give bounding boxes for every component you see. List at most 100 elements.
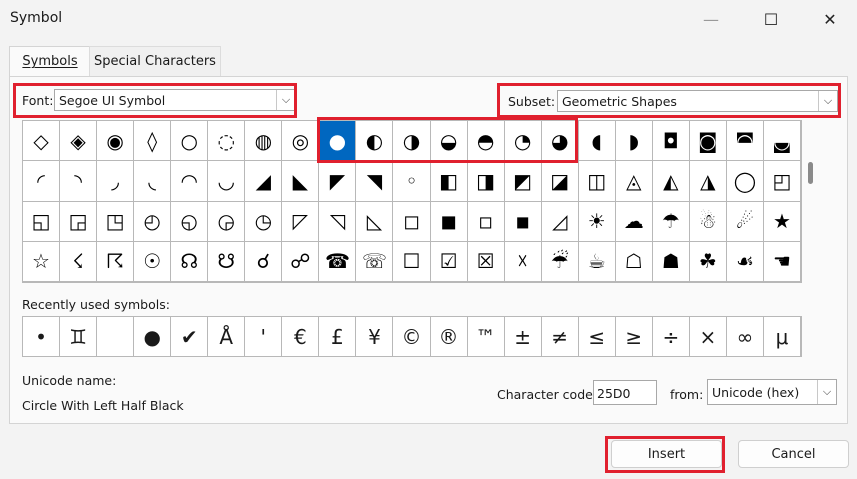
symbol-cell[interactable]: ◞ <box>97 161 135 202</box>
symbol-grid[interactable]: ◇ ◈ ◉ ◊ ○ ◌ ◍ ◎ ● ◐ ◑ ◒ ◓ ◔ ◕ ◖ ◗ ◘ ◙ ◚ ◛ ◜ ◝ ◞ ◟ ◠ ◡ ◢ ◣ ◤ ◥ ◦ ◧ ◨ ◩ ◪ ◫ ◬ ◭ ◮… <box>22 120 802 283</box>
recent-symbol-cell[interactable]: ¥ <box>356 317 394 356</box>
symbol-cell[interactable]: ◩ <box>504 161 542 202</box>
recent-symbol-cell[interactable]: ≥ <box>616 317 653 356</box>
insert-button[interactable]: Insert <box>611 440 722 468</box>
symbol-cell[interactable]: ◵ <box>171 201 209 242</box>
symbol-cell[interactable]: ☃ <box>689 201 727 242</box>
symbol-cell[interactable]: ☋ <box>208 241 246 282</box>
from-dropdown[interactable]: Unicode (hex) ⌵ <box>707 379 837 405</box>
close-button[interactable]: ✕ <box>807 6 853 32</box>
recent-symbol-cell[interactable]: ∞ <box>727 317 764 356</box>
symbol-cell[interactable]: ☌ <box>245 241 283 282</box>
recent-symbol-cell[interactable]: © <box>393 317 431 356</box>
symbol-cell[interactable]: ◳ <box>97 201 135 242</box>
symbol-cell[interactable]: ☆ <box>23 241 61 282</box>
symbol-cell[interactable]: ◔ <box>504 121 542 162</box>
symbol-cell[interactable]: ○ <box>171 121 209 162</box>
symbol-cell[interactable]: ◐ <box>356 121 394 162</box>
symbol-cell[interactable]: ☚ <box>763 241 801 282</box>
symbol-cell[interactable]: ◯ <box>726 161 764 202</box>
character-code-input[interactable]: 25D0 <box>593 380 657 405</box>
symbol-cell[interactable]: ☊ <box>171 241 209 282</box>
symbol-cell[interactable]: ☕ <box>578 241 616 282</box>
symbol-cell[interactable]: ◺ <box>356 201 394 242</box>
symbol-cell[interactable]: ◙ <box>689 121 727 162</box>
symbol-cell[interactable]: ◸ <box>282 201 320 242</box>
symbol-cell[interactable]: ◉ <box>97 121 135 162</box>
symbol-cell[interactable]: ☑ <box>430 241 468 282</box>
symbol-cell[interactable]: ◛ <box>763 121 801 162</box>
recent-symbol-cell[interactable]: € <box>282 317 320 356</box>
symbol-cell[interactable]: ◑ <box>393 121 431 162</box>
symbol-cell[interactable]: ◢ <box>245 161 283 202</box>
symbol-cell[interactable]: ◭ <box>652 161 690 202</box>
symbol-cell[interactable]: ◽ <box>467 201 505 242</box>
symbol-cell[interactable]: ◌ <box>208 121 246 162</box>
symbol-cell[interactable]: ◦ <box>393 161 431 202</box>
symbol-cell[interactable]: ◤ <box>319 161 357 202</box>
symbol-cell[interactable]: ◹ <box>319 201 357 242</box>
symbol-cell-selected[interactable]: ● <box>319 121 357 162</box>
recent-symbol-cell[interactable]: ® <box>431 317 468 356</box>
symbol-cell[interactable]: ☀ <box>578 201 616 242</box>
symbol-cell[interactable]: ☈ <box>97 241 135 282</box>
symbol-cell[interactable]: ◮ <box>689 161 727 202</box>
recent-symbols-grid[interactable]: • ♊ ● ✔ Å ' € £ ¥ © ® ™ ± ≠ ≤ ≥ ÷ × ∞ μ <box>22 316 802 357</box>
symbol-cell[interactable]: ◬ <box>615 161 653 202</box>
maximize-button[interactable]: ☐ <box>748 6 794 32</box>
symbol-cell[interactable]: ◶ <box>208 201 246 242</box>
font-dropdown[interactable]: Segoe UI Symbol ⌵ <box>54 89 296 111</box>
symbol-cell[interactable]: ◨ <box>467 161 505 202</box>
symbol-cell[interactable]: ☔ <box>541 241 579 282</box>
recent-symbol-cell[interactable]: ● <box>134 317 172 356</box>
symbol-cell[interactable]: ◷ <box>245 201 283 242</box>
symbol-cell[interactable]: ◠ <box>171 161 209 202</box>
recent-symbol-cell[interactable]: ™ <box>468 317 505 356</box>
symbol-grid-scrollbar[interactable] <box>802 120 820 283</box>
symbol-cell[interactable]: ◫ <box>578 161 616 202</box>
symbol-cell[interactable]: ☄ <box>726 201 764 242</box>
symbol-cell[interactable]: ☙ <box>726 241 764 282</box>
symbol-cell[interactable]: ◕ <box>541 121 579 162</box>
symbol-cell[interactable]: ☘ <box>689 241 727 282</box>
recent-symbol-cell[interactable]: ≤ <box>579 317 616 356</box>
symbol-cell[interactable]: ☉ <box>134 241 172 282</box>
symbol-cell[interactable]: ◴ <box>134 201 172 242</box>
symbol-cell[interactable]: ◒ <box>430 121 468 162</box>
recent-symbol-cell[interactable]: Å <box>208 317 246 356</box>
tab-special-characters[interactable]: Special Characters <box>89 46 221 77</box>
recent-symbol-cell[interactable]: ♊ <box>60 317 98 356</box>
recent-symbol-cell[interactable]: • <box>23 317 61 356</box>
symbol-cell[interactable]: ◻ <box>393 201 431 242</box>
symbol-cell[interactable]: ◖ <box>578 121 616 162</box>
recent-symbol-cell[interactable]: μ <box>764 317 801 356</box>
symbol-cell[interactable]: ☍ <box>282 241 320 282</box>
symbol-cell[interactable]: ◲ <box>60 201 98 242</box>
symbol-cell[interactable]: ◗ <box>615 121 653 162</box>
symbol-cell[interactable]: ◓ <box>467 121 505 162</box>
symbol-cell[interactable]: ☂ <box>652 201 690 242</box>
symbol-cell[interactable]: ◿ <box>541 201 579 242</box>
symbol-cell[interactable]: ◜ <box>23 161 61 202</box>
subset-dropdown[interactable]: Geometric Shapes ⌵ <box>557 90 838 112</box>
symbol-cell[interactable]: ◣ <box>282 161 320 202</box>
symbol-cell[interactable]: ◟ <box>134 161 172 202</box>
symbol-cell[interactable]: ◇ <box>23 121 61 162</box>
symbol-cell[interactable]: ◊ <box>134 121 172 162</box>
tab-symbols[interactable]: Symbols <box>9 46 91 77</box>
symbol-cell[interactable]: ◼ <box>430 201 468 242</box>
symbol-cell[interactable]: ◝ <box>60 161 98 202</box>
symbol-cell[interactable]: ◎ <box>282 121 320 162</box>
symbol-cell[interactable]: ◧ <box>430 161 468 202</box>
scrollbar-thumb[interactable] <box>808 162 813 184</box>
recent-symbol-cell[interactable]: ' <box>245 317 283 356</box>
symbol-cell[interactable]: ◡ <box>208 161 246 202</box>
cancel-button[interactable]: Cancel <box>738 440 849 468</box>
symbol-cell[interactable]: ☁ <box>615 201 653 242</box>
symbol-cell[interactable]: ◥ <box>356 161 394 202</box>
recent-symbol-cell[interactable]: £ <box>319 317 357 356</box>
symbol-cell[interactable]: ◈ <box>60 121 98 162</box>
symbol-cell[interactable]: ☓ <box>504 241 542 282</box>
symbol-cell[interactable]: ☏ <box>356 241 394 282</box>
symbol-cell[interactable]: ◚ <box>726 121 764 162</box>
